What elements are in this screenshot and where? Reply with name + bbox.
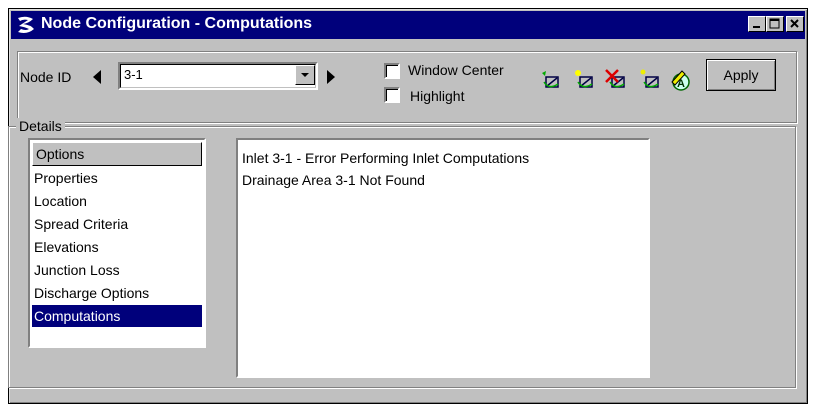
- option-junction-loss[interactable]: Junction Loss: [32, 259, 202, 281]
- dropdown-button[interactable]: [295, 65, 315, 85]
- option-properties[interactable]: Properties: [32, 167, 202, 189]
- minimize-button[interactable]: [748, 16, 766, 32]
- new-node-icon[interactable]: [572, 68, 596, 92]
- delete-node-icon[interactable]: [604, 68, 628, 92]
- window-center-label: Window Center: [408, 62, 504, 78]
- close-icon: [790, 19, 799, 28]
- maximize-icon: [769, 18, 780, 29]
- highlight-label: Highlight: [410, 88, 465, 104]
- apply-button[interactable]: Apply: [706, 59, 776, 91]
- previous-node-arrow-icon[interactable]: [92, 70, 102, 84]
- edit-node-icon[interactable]: A: [668, 68, 692, 92]
- options-column-header[interactable]: Options: [32, 142, 202, 166]
- message-line: Inlet 3-1 - Error Performing Inlet Compu…: [242, 150, 530, 166]
- option-spread-criteria[interactable]: Spread Criteria: [32, 213, 202, 235]
- app-logo-icon: [18, 16, 34, 33]
- add-node-icon[interactable]: [538, 68, 562, 92]
- node-id-value: 3-1: [124, 67, 143, 82]
- highlight-checkbox[interactable]: [384, 87, 400, 103]
- option-computations[interactable]: Computations: [32, 305, 202, 327]
- message-line: Drainage Area 3-1 Not Found: [242, 172, 425, 188]
- computation-messages-box[interactable]: Inlet 3-1 - Error Performing Inlet Compu…: [236, 138, 650, 378]
- node-id-combobox[interactable]: 3-1: [118, 62, 318, 90]
- next-node-arrow-icon[interactable]: [326, 70, 336, 84]
- chevron-down-icon: [301, 73, 309, 77]
- close-button[interactable]: [786, 16, 804, 32]
- window-title: Node Configuration - Computations: [41, 15, 313, 32]
- option-discharge-options[interactable]: Discharge Options: [32, 282, 202, 304]
- details-legend: Details: [16, 118, 65, 134]
- minimize-icon: [753, 26, 760, 28]
- copy-node-icon[interactable]: [638, 68, 662, 92]
- title-bar[interactable]: Node Configuration - Computations: [11, 11, 805, 39]
- options-list[interactable]: Options Properties Location Spread Crite…: [28, 138, 206, 348]
- node-id-label: Node ID: [20, 69, 72, 85]
- maximize-button[interactable]: [766, 16, 784, 32]
- option-location[interactable]: Location: [32, 190, 202, 212]
- option-elevations[interactable]: Elevations: [32, 236, 202, 258]
- window-center-checkbox[interactable]: [384, 63, 400, 79]
